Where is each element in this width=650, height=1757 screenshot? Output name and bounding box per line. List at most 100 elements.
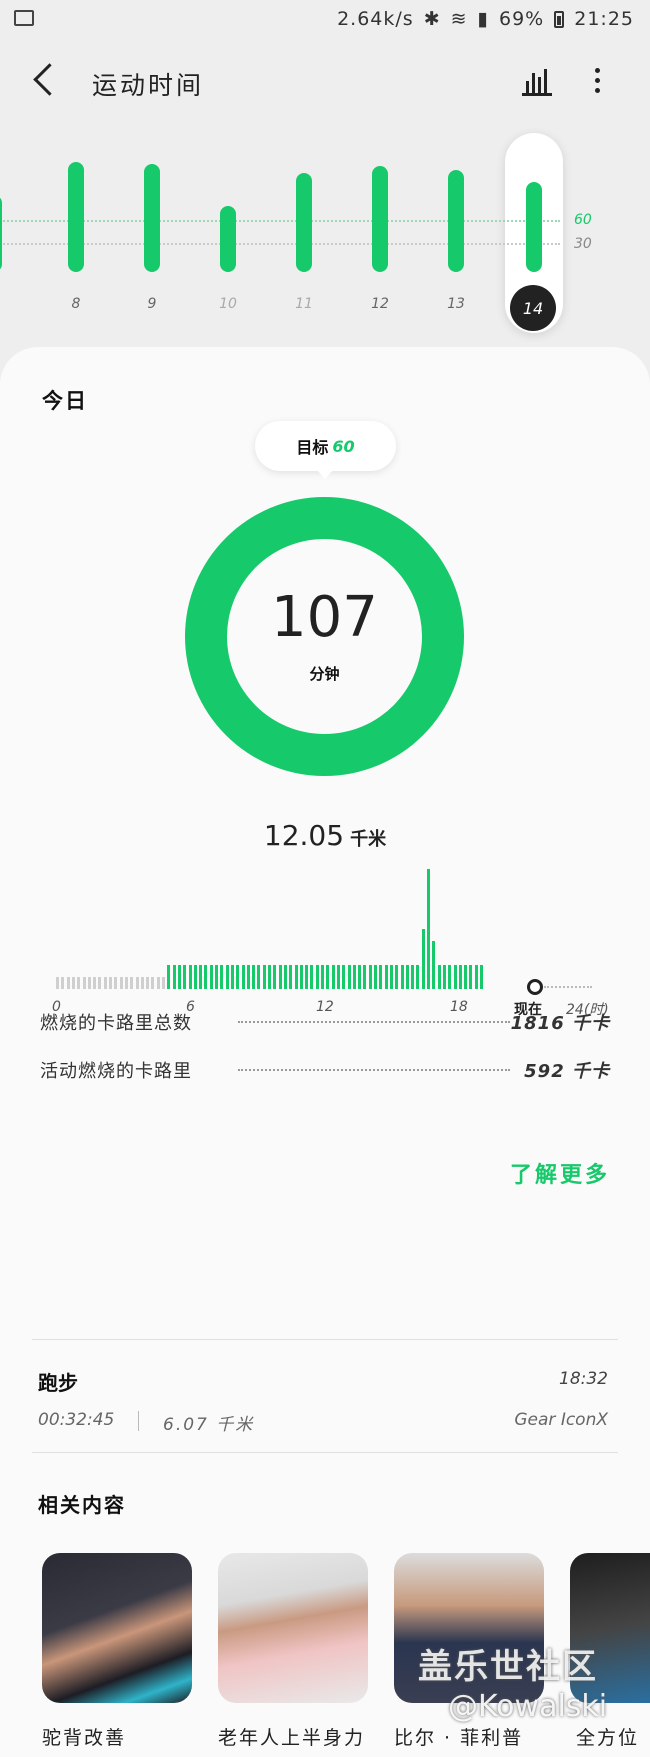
today-heading: 今日: [42, 389, 88, 413]
week-bar-8[interactable]: [68, 162, 84, 272]
divider: [32, 1452, 618, 1453]
hourly-bar: [220, 965, 224, 989]
activity-time: 18:32: [559, 1369, 608, 1389]
hourly-bar: [56, 977, 59, 989]
related-content-heading: 相关内容: [38, 1493, 126, 1517]
hourly-bar: [135, 977, 139, 989]
week-day-label-11: 11: [295, 296, 313, 312]
week-bar-12[interactable]: [372, 166, 388, 272]
hourly-bar: [294, 965, 298, 989]
distance-summary: 12.05 千米: [0, 819, 650, 852]
hourly-bar: [453, 965, 457, 989]
goal-value: 60: [332, 436, 355, 456]
learn-more-link[interactable]: 了解更多: [510, 1157, 610, 1189]
hourly-bar: [448, 965, 452, 989]
hourly-bar: [215, 965, 218, 989]
hourly-bar: [262, 965, 266, 989]
hourly-bar: [225, 965, 229, 989]
hourly-bar: [77, 977, 81, 989]
week-bar-11[interactable]: [296, 173, 312, 272]
selected-day-badge[interactable]: 14: [510, 285, 556, 331]
future-line: [544, 986, 592, 988]
hourly-bar: [103, 977, 107, 989]
related-thumbnail-1[interactable]: [42, 1553, 192, 1703]
hourly-bar: [421, 929, 425, 989]
hourly-bar: [464, 965, 468, 989]
hourly-bar: [146, 977, 150, 989]
ref-60-label: 60: [574, 212, 592, 228]
hourly-bar: [315, 965, 319, 989]
week-day-label-9: 9: [147, 296, 157, 312]
hourly-bar: [342, 965, 346, 989]
back-icon[interactable]: [33, 63, 66, 96]
hourly-bar: [193, 965, 197, 989]
hourly-bar: [331, 965, 335, 989]
hourly-bar: [177, 965, 181, 989]
hourly-bar: [119, 977, 123, 989]
hourly-bar: [374, 965, 377, 989]
hourly-bar: [469, 965, 473, 989]
hourly-bar: [400, 965, 404, 989]
hourly-bar: [71, 977, 75, 989]
hourly-bar: [305, 965, 309, 989]
hourly-bar: [199, 965, 203, 989]
related-thumbnail-2[interactable]: [218, 1553, 368, 1703]
status-right: 2.64k/s ✱ ≋ ▮ 69% 21:25: [337, 8, 634, 30]
activity-ring[interactable]: 107 分钟: [185, 497, 464, 776]
hourly-bar: [336, 965, 340, 989]
hourly-bar: [183, 965, 187, 989]
hourly-bar: [358, 965, 362, 989]
hourly-bar: [209, 965, 213, 989]
hourly-bar: [411, 965, 415, 989]
hourly-bar: [379, 965, 383, 989]
signal-icon: ▮: [477, 8, 489, 30]
watermark-text: 盖乐世社区: [418, 1647, 598, 1687]
hourly-bar: [109, 977, 112, 989]
hourly-bar: [389, 965, 393, 989]
today-card: 今日 目标 60 107 分钟 12.05 千米 0 6 12 18 现在 24(…: [0, 347, 650, 1757]
week-day-label-8: 8: [71, 296, 81, 312]
hourly-bar: [114, 977, 118, 989]
week-bar-13[interactable]: [448, 169, 464, 272]
battery-icon: [554, 10, 565, 28]
related-label-2[interactable]: 老年人上半身力: [218, 1723, 365, 1750]
bar-chart-icon[interactable]: [522, 66, 552, 96]
hourly-bar: [278, 965, 282, 989]
hourly-bar: [347, 965, 351, 989]
hourly-bar: [230, 965, 234, 989]
hourly-bar: [480, 965, 483, 989]
related-label-3[interactable]: 比尔 · 菲利普: [394, 1723, 523, 1750]
hourly-bar: [66, 977, 70, 989]
hourly-bar: [458, 965, 462, 989]
active-calories-row: 活动燃烧的卡路里 592 千卡: [40, 1057, 610, 1087]
hourly-bar: [405, 965, 409, 989]
image-notification-icon: [14, 10, 34, 26]
hourly-bar: [156, 977, 160, 989]
activity-type: 跑步: [38, 1371, 78, 1395]
week-bar-9[interactable]: [144, 164, 160, 272]
week-day-label-13: 13: [447, 296, 465, 312]
related-label-4[interactable]: 全方位: [576, 1723, 650, 1750]
hourly-bar: [368, 965, 372, 989]
week-day-label-10: 10: [219, 296, 237, 312]
hourly-activity-chart: 0 6 12 18 现在 24(时): [52, 869, 609, 1027]
more-options-icon[interactable]: [592, 66, 602, 96]
hourly-bar: [437, 965, 441, 989]
hourly-bar: [124, 977, 128, 989]
hourly-bar: [167, 965, 171, 989]
week-day-label-7: 7: [0, 296, 9, 312]
active-calories-label: 活动燃烧的卡路里: [40, 1061, 192, 1082]
hourly-bar: [241, 965, 245, 989]
hourly-bar: [395, 965, 399, 989]
week-bar-7[interactable]: [0, 195, 2, 272]
related-label-1[interactable]: 驼背改善: [42, 1723, 126, 1750]
battery-percent: 69%: [499, 8, 545, 30]
hourly-bar: [172, 965, 176, 989]
hourly-bar: [384, 965, 388, 989]
goal-bubble: 目标 60: [255, 421, 396, 479]
hourly-bar: [204, 965, 208, 989]
net-speed: 2.64k/s: [337, 8, 414, 30]
active-calories-value: 592 千卡: [524, 1061, 610, 1082]
week-bar-14[interactable]: [526, 181, 542, 272]
week-bar-10[interactable]: [220, 206, 236, 272]
